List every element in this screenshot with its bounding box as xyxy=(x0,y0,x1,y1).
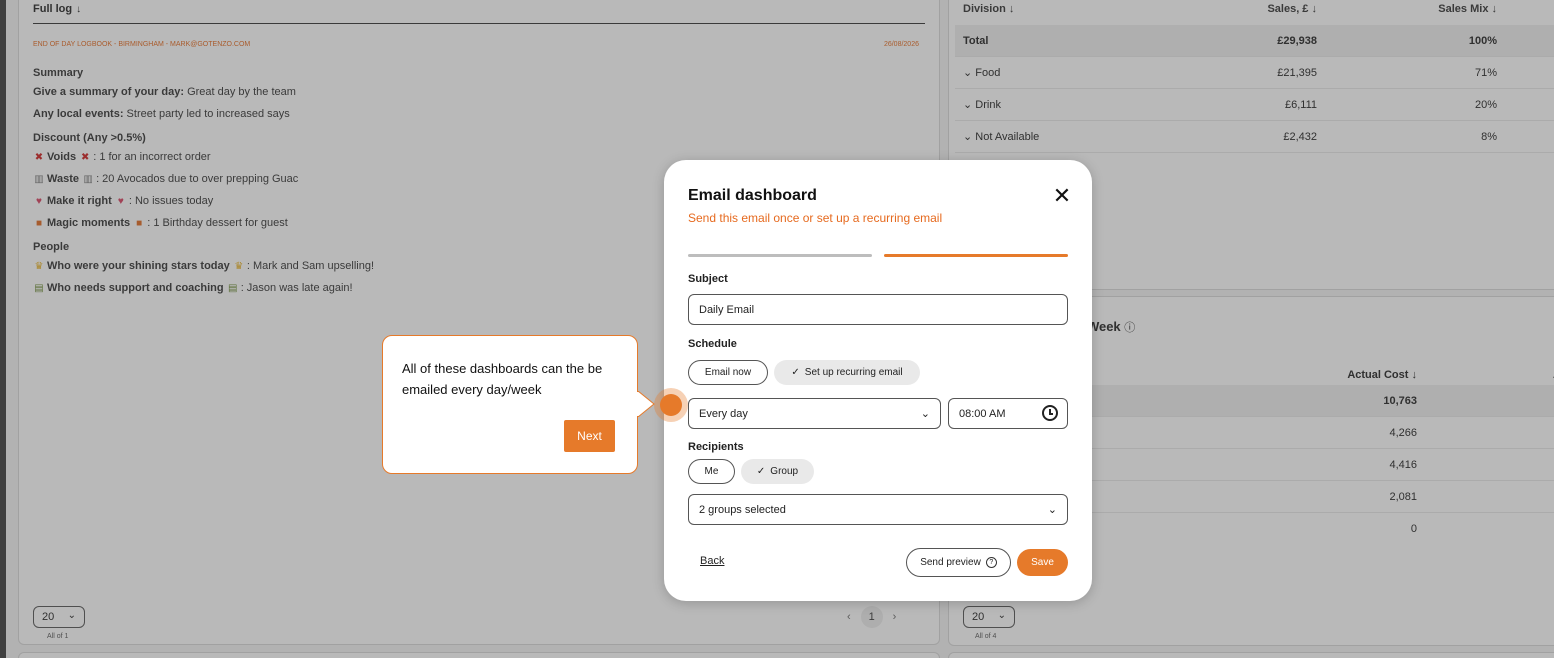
modal-subtitle: Send this email once or set up a recurri… xyxy=(688,211,943,225)
save-button[interactable]: Save xyxy=(1017,549,1068,576)
schedule-label: Schedule xyxy=(688,338,737,350)
chevron-down-icon: ⌄ xyxy=(920,408,930,420)
send-preview-button[interactable]: Send preview? xyxy=(906,548,1011,577)
frequency-select[interactable]: Every day ⌄ xyxy=(688,398,941,429)
close-icon[interactable]: ✕ xyxy=(1052,185,1072,207)
check-icon: ✓ xyxy=(791,367,800,378)
onboarding-tooltip: All of these dashboards can the be email… xyxy=(382,335,638,474)
me-button[interactable]: Me xyxy=(688,459,735,484)
groups-select[interactable]: 2 groups selected ⌄ xyxy=(688,494,1068,525)
modal-title: Email dashboard xyxy=(688,187,817,204)
recurring-email-button[interactable]: ✓ Set up recurring email xyxy=(774,360,920,385)
time-input[interactable]: 08:00 AM xyxy=(948,398,1068,429)
clock-icon xyxy=(1042,405,1058,421)
back-link[interactable]: Back xyxy=(700,555,724,567)
group-button[interactable]: ✓ Group xyxy=(741,459,814,484)
tooltip-text: All of these dashboards can the be email… xyxy=(402,361,603,397)
subject-label: Subject xyxy=(688,273,728,285)
tooltip-next-button[interactable]: Next xyxy=(564,420,615,452)
check-icon: ✓ xyxy=(756,466,766,477)
email-dashboard-modal: Email dashboard Send this email once or … xyxy=(664,160,1092,601)
tour-hotspot[interactable] xyxy=(654,388,688,422)
help-icon: ? xyxy=(985,557,997,568)
chevron-down-icon: ⌄ xyxy=(1047,504,1057,516)
step-indicator-1 xyxy=(688,254,872,257)
tooltip-arrow xyxy=(630,391,655,417)
subject-input[interactable]: Daily Email xyxy=(688,294,1068,325)
email-now-button[interactable]: Email now xyxy=(688,360,768,385)
recipients-label: Recipients xyxy=(688,441,744,453)
step-indicator-2 xyxy=(884,254,1068,257)
